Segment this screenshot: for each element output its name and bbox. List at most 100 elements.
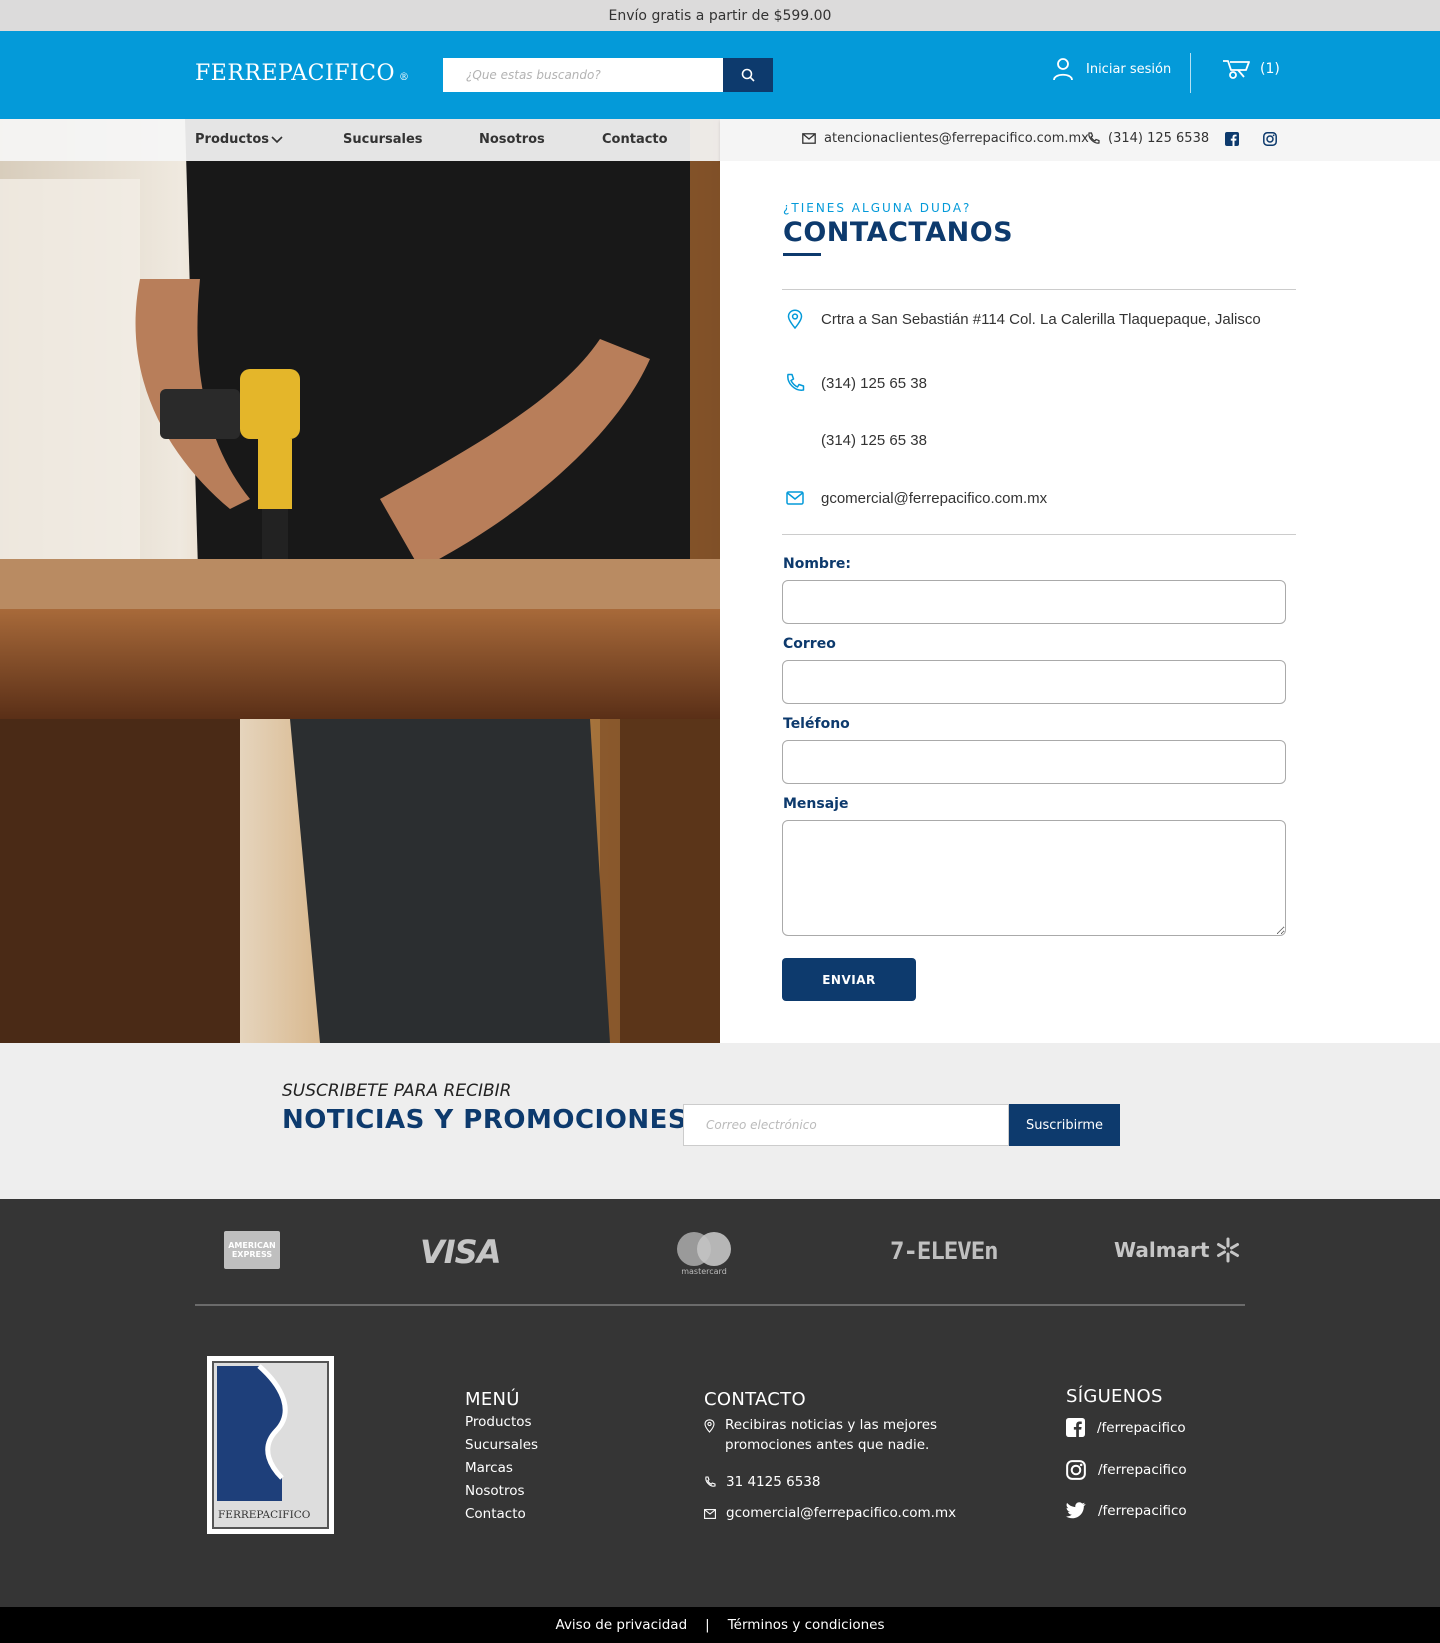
contact-eyebrow: ¿TIENES ALGUNA DUDA?	[783, 201, 972, 215]
promo-text: Envío gratis a partir de $599.00	[608, 7, 832, 24]
instagram-icon[interactable]	[1263, 132, 1277, 146]
footer-link-marcas[interactable]: Marcas	[465, 1460, 513, 1476]
message-label: Mensaje	[783, 796, 849, 812]
visa-text: VISA	[420, 1233, 501, 1271]
phone-field[interactable]	[782, 740, 1286, 784]
instagram-icon	[1066, 1460, 1086, 1480]
footer-link-nosotros[interactable]: Nosotros	[465, 1483, 525, 1499]
footer-link-sucursales[interactable]: Sucursales	[465, 1437, 538, 1453]
location-pin-icon	[787, 309, 803, 329]
footer-link-productos[interactable]: Productos	[465, 1414, 532, 1430]
contact-phone-1[interactable]: (314) 125 65 38	[821, 375, 927, 392]
contact-phone-2[interactable]: (314) 125 65 38	[821, 432, 927, 449]
phone-icon	[1088, 132, 1100, 144]
amex-line2: EXPRESS	[231, 1250, 273, 1259]
subscribe-button[interactable]: Suscribirme	[1009, 1104, 1120, 1146]
site-header: FERREPACIFICO® Iniciar sesión (1)	[0, 31, 1440, 119]
search-button[interactable]	[723, 58, 773, 92]
contact-title: CONTACTANOS	[783, 217, 1014, 248]
cart-count: (1)	[1260, 61, 1280, 77]
logo-mark: ®	[399, 72, 410, 83]
footer-contact-title: CONTACTO	[704, 1389, 806, 1410]
amex-line1: AMERICAN	[228, 1241, 276, 1250]
footer-divider	[195, 1304, 1245, 1306]
wheelbarrow-icon	[1223, 60, 1250, 79]
mastercard-text: mastercard	[681, 1266, 727, 1276]
nav-productos[interactable]: Productos	[195, 132, 283, 147]
footer-link-contacto[interactable]: Contacto	[465, 1506, 526, 1522]
facebook-icon	[1066, 1418, 1085, 1437]
nav-email: atencionaclientes@ferrepacifico.com.mx	[824, 131, 1089, 146]
newsletter-eyebrow: SUSCRIBETE PARA RECIBIR	[282, 1081, 512, 1101]
phone-icon	[705, 1476, 716, 1487]
walmart-text: Walmart	[1114, 1238, 1210, 1262]
seven-eleven-text: 7-ELEVEn	[890, 1237, 999, 1265]
nav-contacto-label: Contacto	[602, 132, 668, 147]
footer-contact-note: Recibiras noticias y las mejores promoci…	[704, 1415, 937, 1455]
cart-button[interactable]: (1)	[1222, 58, 1280, 80]
phone-icon	[787, 373, 805, 391]
twitter-icon	[1066, 1502, 1086, 1519]
nav-sucursales-label: Sucursales	[343, 132, 423, 147]
footer-logo[interactable]: FERREPACIFICO	[207, 1356, 334, 1534]
mail-icon	[704, 1509, 716, 1519]
mail-icon	[802, 133, 816, 144]
login-label: Iniciar sesión	[1086, 61, 1172, 77]
name-label: Nombre:	[783, 556, 851, 572]
site-logo[interactable]: FERREPACIFICO ®	[195, 61, 410, 86]
footer-phone-text: 31 4125 6538	[726, 1474, 821, 1490]
hero-image	[0, 119, 720, 1043]
email-label: Correo	[783, 636, 836, 652]
logo-text: FERREPACIFICO	[195, 61, 396, 86]
facebook-icon[interactable]	[1225, 132, 1239, 146]
amex-logo: AMERICAN EXPRESS	[224, 1231, 280, 1269]
contact-address: Crtra a San Sebastián #114 Col. La Caler…	[821, 310, 1261, 328]
footer-twitter-link[interactable]: /ferrepacifico	[1066, 1502, 1187, 1519]
footer-phone[interactable]: 31 4125 6538	[704, 1472, 820, 1492]
submit-button[interactable]: ENVIAR	[782, 958, 916, 1001]
header-divider	[1190, 53, 1191, 93]
newsletter-title: NOTICIAS Y PROMOCIONES	[282, 1105, 688, 1135]
footer-logo-text: FERREPACIFICO	[218, 1509, 311, 1521]
login-link[interactable]: Iniciar sesión	[1052, 57, 1171, 81]
nav-productos-label: Productos	[195, 132, 270, 147]
mail-icon	[786, 491, 804, 505]
footer-follow-title: SÍGUENOS	[1066, 1386, 1163, 1407]
nav-contacto[interactable]: Contacto	[602, 132, 668, 147]
mastercard-circles-icon	[677, 1231, 731, 1266]
nav-nosotros[interactable]: Nosotros	[479, 132, 545, 147]
visa-logo: VISA	[420, 1233, 501, 1271]
divider	[782, 534, 1296, 535]
footer-email-text: gcomercial@ferrepacifico.com.mx	[726, 1505, 957, 1521]
nav-sucursales[interactable]: Sucursales	[343, 132, 423, 147]
newsletter-form: Suscribirme	[683, 1104, 1120, 1146]
footer-note-line1: Recibiras noticias y las mejores	[725, 1417, 938, 1433]
contact-section: ¿TIENES ALGUNA DUDA? CONTACTANOS Crtra a…	[720, 161, 1440, 1043]
terms-link[interactable]: Términos y condiciones	[728, 1617, 885, 1633]
divider	[782, 289, 1296, 290]
contact-email[interactable]: gcomercial@ferrepacifico.com.mx	[821, 490, 1047, 507]
phone-row-2: (314) 125 65 38	[783, 428, 927, 452]
main-nav: Productos Sucursales Nosotros Contacto a…	[0, 119, 1440, 161]
newsletter-email-input[interactable]	[683, 1104, 1009, 1146]
promo-bar: Envío gratis a partir de $599.00	[0, 0, 1440, 31]
footer-instagram-link[interactable]: /ferrepacifico	[1066, 1460, 1187, 1480]
search-input[interactable]	[443, 58, 723, 92]
privacy-link[interactable]: Aviso de privacidad	[556, 1617, 688, 1633]
nav-nosotros-label: Nosotros	[479, 132, 545, 147]
instagram-handle: /ferrepacifico	[1098, 1462, 1187, 1478]
legal-separator: |	[705, 1617, 710, 1633]
nav-phone-link[interactable]: (314) 125 6538	[1087, 131, 1209, 146]
footer-facebook-link[interactable]: /ferrepacifico	[1066, 1418, 1186, 1437]
email-field[interactable]	[782, 660, 1286, 704]
footer-note-line2: promociones antes que nadie.	[725, 1437, 930, 1453]
name-field[interactable]	[782, 580, 1286, 624]
footer-email[interactable]: gcomercial@ferrepacifico.com.mx	[704, 1503, 956, 1523]
legal-bar: Aviso de privacidad | Términos y condici…	[0, 1607, 1440, 1643]
search-icon	[741, 68, 755, 82]
footer-menu-title: MENÚ	[465, 1389, 520, 1410]
seven-eleven-logo: 7-ELEVEn	[890, 1237, 999, 1265]
email-row: gcomercial@ferrepacifico.com.mx	[783, 486, 1047, 510]
nav-email-link[interactable]: atencionaclientes@ferrepacifico.com.mx	[802, 131, 1089, 146]
message-field[interactable]	[782, 820, 1286, 936]
